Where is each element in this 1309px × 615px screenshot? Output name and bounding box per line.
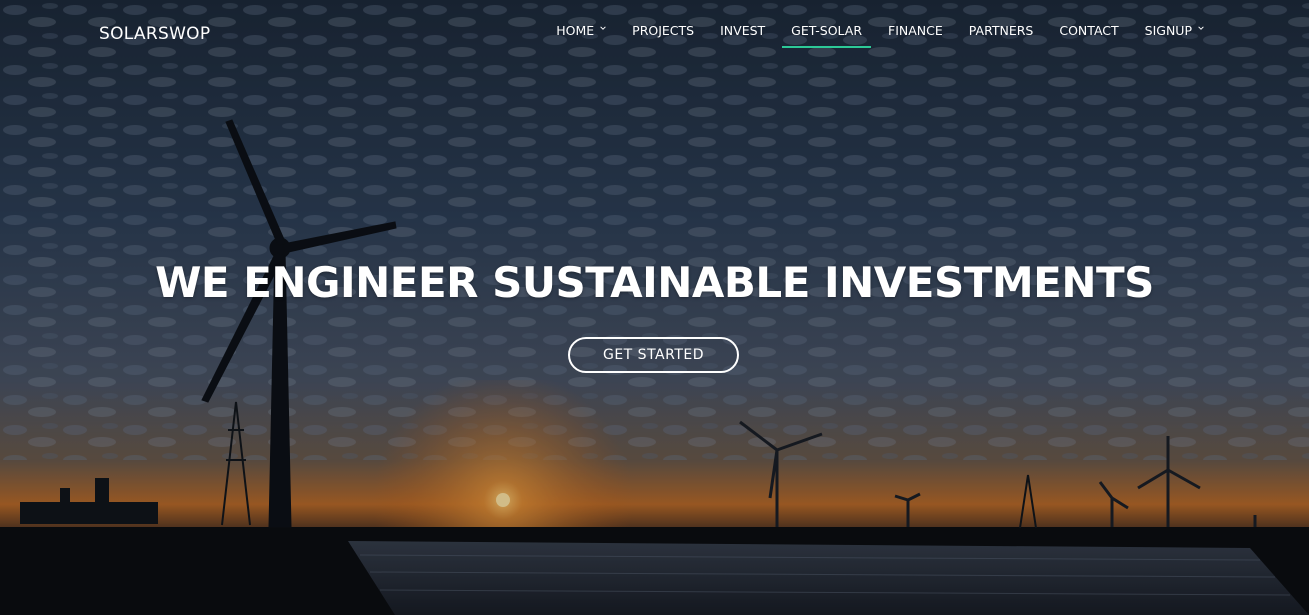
hero-headline: WE ENGINEER SUSTAINABLE INVESTMENTS [155, 258, 1154, 307]
nav-item-label: FINANCE [888, 22, 943, 38]
nav-item-partners[interactable]: PARTNERS [969, 23, 1034, 38]
get-started-button[interactable]: GET STARTED [568, 337, 739, 373]
nav-item-label: HOME [556, 22, 595, 38]
nav-item-contact[interactable]: CONTACT [1059, 23, 1118, 38]
nav-item-label: SIGNUP [1144, 22, 1192, 38]
nav-item-projects[interactable]: PROJECTS [632, 23, 694, 38]
chevron-down-icon [600, 26, 606, 30]
nav-item-label: PARTNERS [968, 22, 1034, 38]
nav-item-label: CONTACT [1059, 22, 1119, 38]
chevron-down-icon [1198, 26, 1204, 30]
nav-item-label: GET-SOLAR [791, 22, 863, 38]
nav-item-invest[interactable]: INVEST [720, 23, 765, 38]
main-nav: HOME PROJECTS INVEST GET-SOLAR FINANCE P… [556, 20, 1204, 48]
nav-item-finance[interactable]: FINANCE [888, 23, 943, 38]
nav-item-signup[interactable]: SIGNUP [1145, 23, 1204, 38]
nav-item-label: PROJECTS [632, 22, 695, 38]
nav-item-label: INVEST [720, 22, 766, 38]
nav-item-get-solar[interactable]: GET-SOLAR [782, 22, 871, 48]
brand-logo[interactable]: SOLARSWOP [99, 24, 210, 44]
hero-overlay [0, 0, 1309, 615]
nav-item-home[interactable]: HOME [556, 23, 606, 38]
